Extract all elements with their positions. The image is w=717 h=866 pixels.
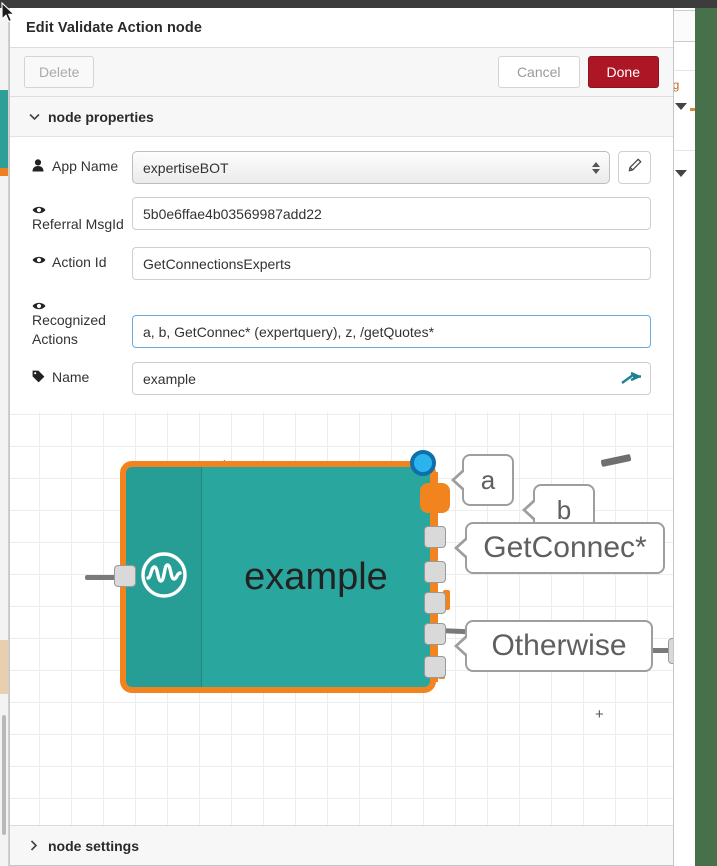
field-referral-msgid: Referral MsgId: [32, 197, 651, 234]
waveform-circle-icon: [138, 549, 190, 606]
pencil-icon: [628, 158, 642, 177]
field-referral-msgid-label: Referral MsgId: [32, 216, 124, 232]
wire-fragment: [600, 453, 632, 468]
section-node-properties-label: node properties: [48, 108, 154, 125]
dialog-toolbar: Delete Cancel Done: [10, 48, 673, 97]
user-icon: [32, 157, 48, 172]
plus-marker-icon: +: [595, 706, 604, 723]
field-app-name-control: expertiseBOT: [132, 151, 651, 184]
field-referral-msgid-control: [132, 197, 651, 230]
chevron-down-icon[interactable]: [675, 170, 687, 177]
section-node-settings[interactable]: node settings: [10, 825, 673, 865]
output-label-getconnec[interactable]: GetConnec*: [465, 522, 665, 574]
screen-root: nsg Edit Validate Action node Delete Can…: [0, 0, 717, 866]
node-output-port-1-active[interactable]: [420, 483, 450, 513]
background-left-tan-node: [0, 640, 8, 694]
tag-icon: [32, 368, 48, 383]
node-label: example: [244, 555, 388, 598]
action-id-input[interactable]: [132, 247, 651, 280]
eye-icon: [32, 299, 48, 311]
node-output-port-6[interactable]: [424, 656, 446, 678]
referral-msgid-input[interactable]: [132, 197, 651, 230]
properties-form: App Name expertiseBOT Referral MsgId 5b0…: [10, 137, 673, 412]
field-recognized-actions-label: Recognized Actions: [32, 312, 106, 347]
field-name-label: Name: [52, 369, 90, 385]
name-input[interactable]: [132, 362, 651, 395]
node-output-port-2[interactable]: [424, 526, 446, 548]
background-left-scrollbar[interactable]: [2, 715, 6, 835]
output-label-otherwise[interactable]: Otherwise: [465, 620, 653, 672]
flow-canvas[interactable]: + + example: [10, 412, 673, 825]
chevron-down-icon[interactable]: [675, 103, 687, 110]
eye-icon: [32, 253, 48, 265]
flow-node-example[interactable]: example: [120, 461, 436, 693]
chevron-right-icon: [26, 840, 42, 851]
field-name-control: [132, 362, 651, 395]
dialog-header: Edit Validate Action node: [10, 8, 673, 48]
field-name: Name: [32, 362, 651, 395]
field-recognized-actions: Recognized Actions: [32, 293, 651, 349]
delete-button[interactable]: Delete: [24, 55, 95, 89]
node-input-port[interactable]: [114, 565, 136, 587]
edit-node-dialog: Edit Validate Action node Delete Cancel …: [9, 8, 674, 866]
done-button[interactable]: Done: [587, 55, 659, 89]
edit-app-button[interactable]: [618, 151, 651, 184]
node-output-port-5[interactable]: [424, 623, 446, 645]
eye-icon: [32, 203, 48, 215]
background-left-orange-mark: [0, 168, 8, 176]
page-title: Edit Validate Action node: [26, 19, 202, 36]
section-node-settings-label: node settings: [48, 837, 140, 854]
name-input-wrap: [132, 362, 651, 395]
node-icon-container: [126, 467, 202, 687]
field-app-name-label: App Name: [52, 158, 119, 174]
field-app-name: App Name expertiseBOT: [32, 151, 651, 184]
cancel-button[interactable]: Cancel: [497, 55, 580, 89]
node-output-port-3[interactable]: [424, 561, 446, 583]
field-recognized-actions-label-wrap: Recognized Actions: [32, 293, 132, 349]
dialog-body: App Name expertiseBOT Referral MsgId 5b0…: [10, 137, 673, 825]
field-action-id-label: Action Id: [52, 254, 107, 270]
field-action-id-label-wrap: Action Id: [32, 247, 132, 272]
output-label-a[interactable]: a: [462, 454, 514, 506]
node-red-icon[interactable]: [620, 370, 642, 388]
field-recognized-actions-control: [132, 293, 651, 348]
app-name-select-wrap: expertiseBOT: [132, 151, 610, 184]
field-action-id: Action Id: [32, 247, 651, 280]
app-name-select[interactable]: expertiseBOT: [132, 151, 610, 184]
node-connection-anchor[interactable]: [410, 450, 436, 476]
recognized-actions-input[interactable]: [132, 315, 651, 348]
window-titlebar: [0, 0, 717, 8]
field-referral-msgid-label-wrap: Referral MsgId: [32, 197, 132, 234]
background-left-teal-node: [0, 90, 8, 170]
section-node-properties[interactable]: node properties: [10, 97, 673, 137]
downstream-node-port[interactable]: [668, 638, 673, 664]
field-name-label-wrap: Name: [32, 362, 132, 387]
chevron-down-icon: [26, 113, 42, 121]
node-output-port-4[interactable]: [424, 592, 446, 614]
field-app-name-label-wrap: App Name: [32, 151, 132, 176]
field-action-id-control: [132, 247, 651, 280]
background-right-strip: [695, 8, 717, 866]
